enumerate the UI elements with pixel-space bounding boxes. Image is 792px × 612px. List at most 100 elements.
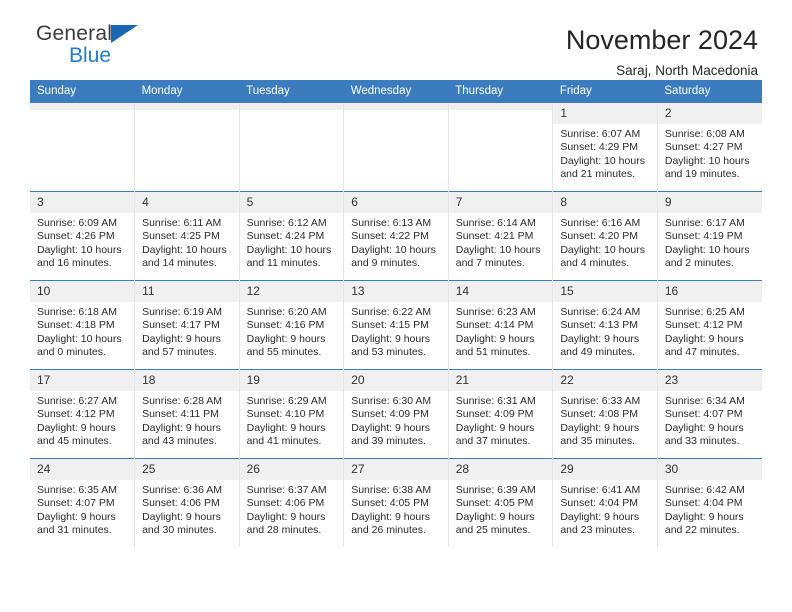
calendar-day-cell[interactable]: 3 Sunrise: 6:09 AM Sunset: 4:26 PM Daylight… [30, 191, 136, 281]
calendar-day-cell[interactable]: 21 Sunrise: 6:31 AM Sunset: 4:09 PM Dayligh… [448, 369, 554, 459]
calendar-day-cell[interactable]: 29 Sunrise: 6:41 AM Sunset: 4:04 PM Dayligh… [552, 458, 658, 547]
day-number: 11 [135, 281, 239, 302]
daylight-text-line2: and 23 minutes. [560, 524, 636, 537]
day-cell-inner: 5 Sunrise: 6:12 AM Sunset: 4:24 PM Daylight… [239, 192, 344, 280]
day-number: 21 [448, 370, 553, 391]
sunset-text: Sunset: 4:24 PM [246, 230, 325, 243]
sunset-text: Sunset: 4:18 PM [37, 319, 115, 332]
sunset-text: Sunset: 4:26 PM [37, 230, 115, 243]
calendar-day-cell[interactable]: 11 Sunrise: 6:19 AM Sunset: 4:17 PM Dayligh… [134, 280, 240, 370]
brand-name-blue: Blue [69, 44, 112, 67]
calendar-day-cell[interactable]: 24 Sunrise: 6:35 AM Sunset: 4:07 PM Dayligh… [30, 458, 136, 547]
daylight-text-line2: and 30 minutes. [142, 524, 217, 537]
sunrise-text: Sunrise: 6:27 AM [37, 395, 117, 407]
calendar-day-cell[interactable]: 23 Sunrise: 6:34 AM Sunset: 4:07 PM Dayligh… [657, 369, 762, 459]
daylight-text-line2: and 51 minutes. [455, 346, 531, 359]
daylight-text-line1: Daylight: 9 hours [664, 332, 744, 345]
daylight-text-line1: Daylight: 9 hours [246, 510, 326, 523]
calendar-day-cell[interactable]: 14 Sunrise: 6:23 AM Sunset: 4:14 PM Dayligh… [448, 280, 554, 370]
day-cell-inner: 10 Sunrise: 6:18 AM Sunset: 4:18 PM Dayligh… [30, 281, 135, 369]
day-details: Sunrise: 6:08 AM Sunset: 4:27 PM Daylight:… [658, 124, 762, 182]
daylight-text-line2: and 22 minutes. [664, 524, 740, 537]
daylight-text-line2: and 4 minutes. [560, 257, 630, 270]
day-cell-inner: 12 Sunrise: 6:20 AM Sunset: 4:16 PM Dayligh… [239, 281, 344, 369]
calendar-day-cell[interactable]: 9 Sunrise: 6:17 AM Sunset: 4:19 PM Daylight… [657, 191, 762, 281]
calendar-day-cell[interactable]: 7 Sunrise: 6:14 AM Sunset: 4:21 PM Daylight… [448, 191, 554, 281]
day-cell-inner: 18 Sunrise: 6:28 AM Sunset: 4:11 PM Dayligh… [135, 370, 239, 458]
calendar-day-cell[interactable]: 15 Sunrise: 6:24 AM Sunset: 4:13 PM Dayligh… [552, 280, 658, 370]
daylight-text-line1: Daylight: 10 hours [142, 243, 227, 256]
sunset-text: Sunset: 4:29 PM [560, 141, 638, 154]
day-details: Sunrise: 6:38 AM Sunset: 4:05 PM Daylight:… [344, 480, 448, 538]
sunset-text: Sunset: 4:05 PM [351, 497, 429, 510]
calendar-day-cell[interactable]: 12 Sunrise: 6:20 AM Sunset: 4:16 PM Dayligh… [239, 280, 345, 370]
calendar-table: Sunday Monday Tuesday Wednesday Thursday Frid… [30, 80, 762, 547]
day-number: 23 [657, 370, 762, 391]
calendar-week-row: 3 Sunrise: 6:09 AM Sunset: 4:26 PM Daylight… [30, 191, 762, 281]
calendar-day-cell[interactable]: 20 Sunrise: 6:30 AM Sunset: 4:09 PM Dayligh… [343, 369, 449, 459]
sunrise-text: Sunrise: 6:22 AM [351, 306, 432, 318]
title-block: November 2024 Saraj, North Macedonia [566, 24, 762, 81]
calendar-day-cell[interactable]: 19 Sunrise: 6:29 AM Sunset: 4:10 PM Dayligh… [239, 369, 345, 459]
sunset-text: Sunset: 4:13 PM [560, 319, 638, 332]
page-title: November 2024 [565, 25, 758, 55]
daylight-text-line1: Daylight: 9 hours [37, 421, 116, 434]
calendar-day-cell[interactable]: 30 Sunrise: 6:42 AM Sunset: 4:04 PM Dayligh… [657, 458, 762, 547]
day-number: 26 [239, 459, 344, 480]
daylight-text-line1: Daylight: 10 hours [351, 243, 436, 256]
calendar-week-row: 1 Sunrise: 6:07 AM Sunset: 4:29 PM Daylight… [30, 103, 762, 192]
sunset-text: Sunset: 4:04 PM [664, 497, 743, 510]
sunrise-text: Sunrise: 6:35 AM [37, 484, 117, 496]
calendar-day-cell[interactable]: 5 Sunrise: 6:12 AM Sunset: 4:24 PM Daylight… [239, 191, 345, 281]
daylight-text-line1: Daylight: 9 hours [246, 332, 326, 345]
calendar-day-cell[interactable]: 22 Sunrise: 6:33 AM Sunset: 4:08 PM Dayligh… [552, 369, 658, 459]
daylight-text-line2: and 16 minutes. [37, 257, 112, 270]
sunrise-text: Sunrise: 6:36 AM [142, 484, 223, 496]
calendar-day-cell[interactable]: 27 Sunrise: 6:38 AM Sunset: 4:05 PM Dayligh… [343, 458, 449, 547]
sunrise-text: Sunrise: 6:41 AM [560, 484, 641, 496]
sunset-text: Sunset: 4:27 PM [664, 141, 743, 154]
daylight-text-line1: Daylight: 9 hours [664, 421, 744, 434]
sunset-text: Sunset: 4:21 PM [455, 230, 534, 243]
calendar-day-cell[interactable]: 17 Sunrise: 6:27 AM Sunset: 4:12 PM Dayligh… [30, 369, 136, 459]
day-cell-inner: 26 Sunrise: 6:37 AM Sunset: 4:06 PM Dayligh… [239, 459, 344, 547]
sunset-text: Sunset: 4:12 PM [664, 319, 743, 332]
sunset-text: Sunset: 4:14 PM [455, 319, 534, 332]
sunset-text: Sunset: 4:10 PM [246, 408, 325, 421]
calendar-day-cell[interactable]: 1 Sunrise: 6:07 AM Sunset: 4:29 PM Daylight… [552, 103, 658, 192]
day-cell-inner: 17 Sunrise: 6:27 AM Sunset: 4:12 PM Dayligh… [30, 370, 135, 458]
brand-logo-top: General [36, 23, 139, 44]
daylight-text-line1: Daylight: 9 hours [560, 421, 640, 434]
calendar-day-cell[interactable]: 25 Sunrise: 6:36 AM Sunset: 4:06 PM Dayligh… [134, 458, 240, 547]
sunrise-text: Sunrise: 6:07 AM [560, 128, 641, 140]
calendar-day-cell[interactable]: 2 Sunrise: 6:08 AM Sunset: 4:27 PM Daylight… [657, 103, 762, 192]
day-details: Sunrise: 6:31 AM Sunset: 4:09 PM Daylight:… [449, 391, 553, 449]
sunrise-text: Sunrise: 6:18 AM [37, 306, 117, 318]
daylight-text-line1: Daylight: 10 hours [560, 243, 645, 256]
day-number: 19 [239, 370, 344, 391]
day-number: 28 [448, 459, 553, 480]
day-cell-inner: 9 Sunrise: 6:17 AM Sunset: 4:19 PM Daylight… [657, 192, 762, 280]
daylight-text-line2: and 33 minutes. [664, 435, 740, 448]
daylight-text-line2: and 9 minutes. [351, 257, 421, 270]
calendar-day-cell[interactable]: 28 Sunrise: 6:39 AM Sunset: 4:05 PM Dayligh… [448, 458, 554, 547]
daylight-text-line1: Daylight: 9 hours [560, 332, 640, 345]
calendar-day-cell[interactable]: 13 Sunrise: 6:22 AM Sunset: 4:15 PM Dayligh… [343, 280, 449, 370]
sunset-text: Sunset: 4:08 PM [560, 408, 638, 421]
brand-logo[interactable]: General Blue [30, 23, 139, 67]
day-details: Sunrise: 6:16 AM Sunset: 4:20 PM Daylight:… [553, 213, 657, 271]
calendar-day-cell[interactable]: 18 Sunrise: 6:28 AM Sunset: 4:11 PM Dayligh… [134, 369, 240, 459]
day-number [239, 103, 344, 110]
calendar-day-cell[interactable]: 8 Sunrise: 6:16 AM Sunset: 4:20 PM Daylight… [552, 191, 658, 281]
calendar-day-cell[interactable]: 26 Sunrise: 6:37 AM Sunset: 4:06 PM Dayligh… [239, 458, 345, 547]
sunset-text: Sunset: 4:22 PM [351, 230, 429, 243]
calendar-day-cell[interactable]: 4 Sunrise: 6:11 AM Sunset: 4:25 PM Daylight… [134, 191, 240, 281]
calendar-week-row: 24 Sunrise: 6:35 AM Sunset: 4:07 PM Dayligh… [30, 458, 762, 547]
calendar-day-cell[interactable]: 10 Sunrise: 6:18 AM Sunset: 4:18 PM Dayligh… [30, 280, 136, 370]
sunset-text: Sunset: 4:11 PM [142, 408, 219, 421]
sunset-text: Sunset: 4:06 PM [246, 497, 325, 510]
day-number: 13 [344, 281, 448, 302]
calendar-day-cell[interactable]: 16 Sunrise: 6:25 AM Sunset: 4:12 PM Dayligh… [657, 280, 762, 370]
day-details: Sunrise: 6:37 AM Sunset: 4:06 PM Daylight:… [240, 480, 344, 538]
calendar-day-cell[interactable]: 6 Sunrise: 6:13 AM Sunset: 4:22 PM Daylight… [343, 191, 449, 281]
